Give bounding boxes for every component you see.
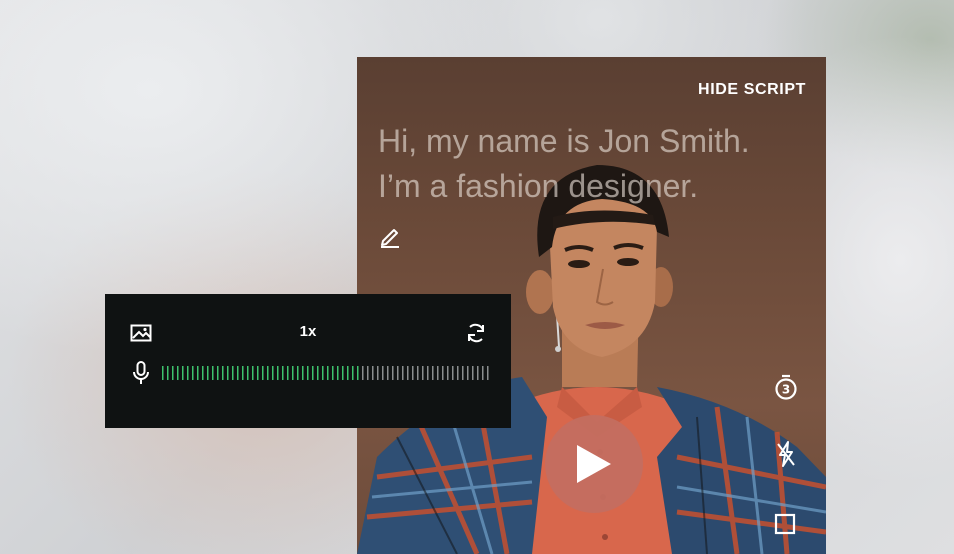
speed-selector[interactable]: 1x: [295, 323, 321, 340]
meter-tick: [367, 366, 369, 380]
flip-camera-icon[interactable]: [464, 321, 488, 345]
script-line-1: Hi, my name is Jon Smith.: [378, 123, 750, 159]
svg-text:3: 3: [782, 383, 790, 397]
meter-tick: [177, 366, 179, 380]
meter-tick: [342, 366, 344, 380]
meter-tick: [457, 366, 459, 380]
meter-tick: [472, 366, 474, 380]
meter-tick: [227, 366, 229, 380]
meter-tick: [217, 366, 219, 380]
flash-off-icon[interactable]: [773, 441, 799, 467]
meter-tick: [377, 366, 379, 380]
meter-tick: [257, 366, 259, 380]
meter-tick: [412, 366, 414, 380]
meter-tick: [292, 366, 294, 380]
meter-tick: [207, 366, 209, 380]
meter-tick: [427, 366, 429, 380]
meter-tick: [432, 366, 434, 380]
meter-tick: [437, 366, 439, 380]
meter-tick: [222, 366, 224, 380]
meter-tick: [197, 366, 199, 380]
meter-tick: [352, 366, 354, 380]
meter-tick: [452, 366, 454, 380]
hide-script-button[interactable]: HIDE SCRIPT: [698, 81, 806, 99]
meter-tick: [302, 366, 304, 380]
meter-tick: [317, 366, 319, 380]
meter-tick: [462, 366, 464, 380]
meter-tick: [282, 366, 284, 380]
meter-tick: [442, 366, 444, 380]
meter-tick: [312, 366, 314, 380]
meter-tick: [327, 366, 329, 380]
meter-tick: [162, 366, 164, 380]
meter-tick: [332, 366, 334, 380]
meter-tick: [357, 366, 359, 380]
meter-tick: [167, 366, 169, 380]
meter-tick: [277, 366, 279, 380]
meter-tick: [262, 366, 264, 380]
meter-tick: [417, 366, 419, 380]
meter-tick: [307, 366, 309, 380]
script-line-2: I’m a fashion designer.: [378, 168, 699, 204]
play-button[interactable]: [545, 415, 643, 513]
meter-tick: [397, 366, 399, 380]
pencil-icon[interactable]: [378, 224, 402, 248]
stop-icon[interactable]: [774, 513, 796, 535]
timer-3-icon[interactable]: 3: [773, 374, 799, 400]
script-text: Hi, my name is Jon Smith. I’m a fashion …: [378, 119, 818, 209]
audio-level-meter: [162, 366, 489, 380]
meter-tick: [202, 366, 204, 380]
meter-tick: [362, 366, 364, 380]
meter-tick: [407, 366, 409, 380]
meter-tick: [387, 366, 389, 380]
meter-tick: [482, 366, 484, 380]
meter-tick: [267, 366, 269, 380]
meter-tick: [252, 366, 254, 380]
meter-tick: [337, 366, 339, 380]
meter-tick: [447, 366, 449, 380]
meter-tick: [347, 366, 349, 380]
meter-tick: [187, 366, 189, 380]
meter-tick: [272, 366, 274, 380]
meter-tick: [232, 366, 234, 380]
meter-tick: [322, 366, 324, 380]
microphone-icon[interactable]: [132, 361, 150, 385]
meter-tick: [237, 366, 239, 380]
meter-tick: [392, 366, 394, 380]
meter-tick: [287, 366, 289, 380]
meter-tick: [182, 366, 184, 380]
meter-tick: [487, 366, 489, 380]
meter-tick: [422, 366, 424, 380]
image-icon[interactable]: [130, 324, 152, 342]
meter-tick: [172, 366, 174, 380]
meter-tick: [467, 366, 469, 380]
meter-tick: [372, 366, 374, 380]
meter-tick: [382, 366, 384, 380]
meter-tick: [247, 366, 249, 380]
meter-tick: [192, 366, 194, 380]
meter-tick: [297, 366, 299, 380]
play-icon: [577, 445, 611, 483]
meter-tick: [212, 366, 214, 380]
meter-tick: [242, 366, 244, 380]
meter-tick: [477, 366, 479, 380]
recording-controls-panel: 1x: [105, 294, 511, 428]
meter-tick: [402, 366, 404, 380]
